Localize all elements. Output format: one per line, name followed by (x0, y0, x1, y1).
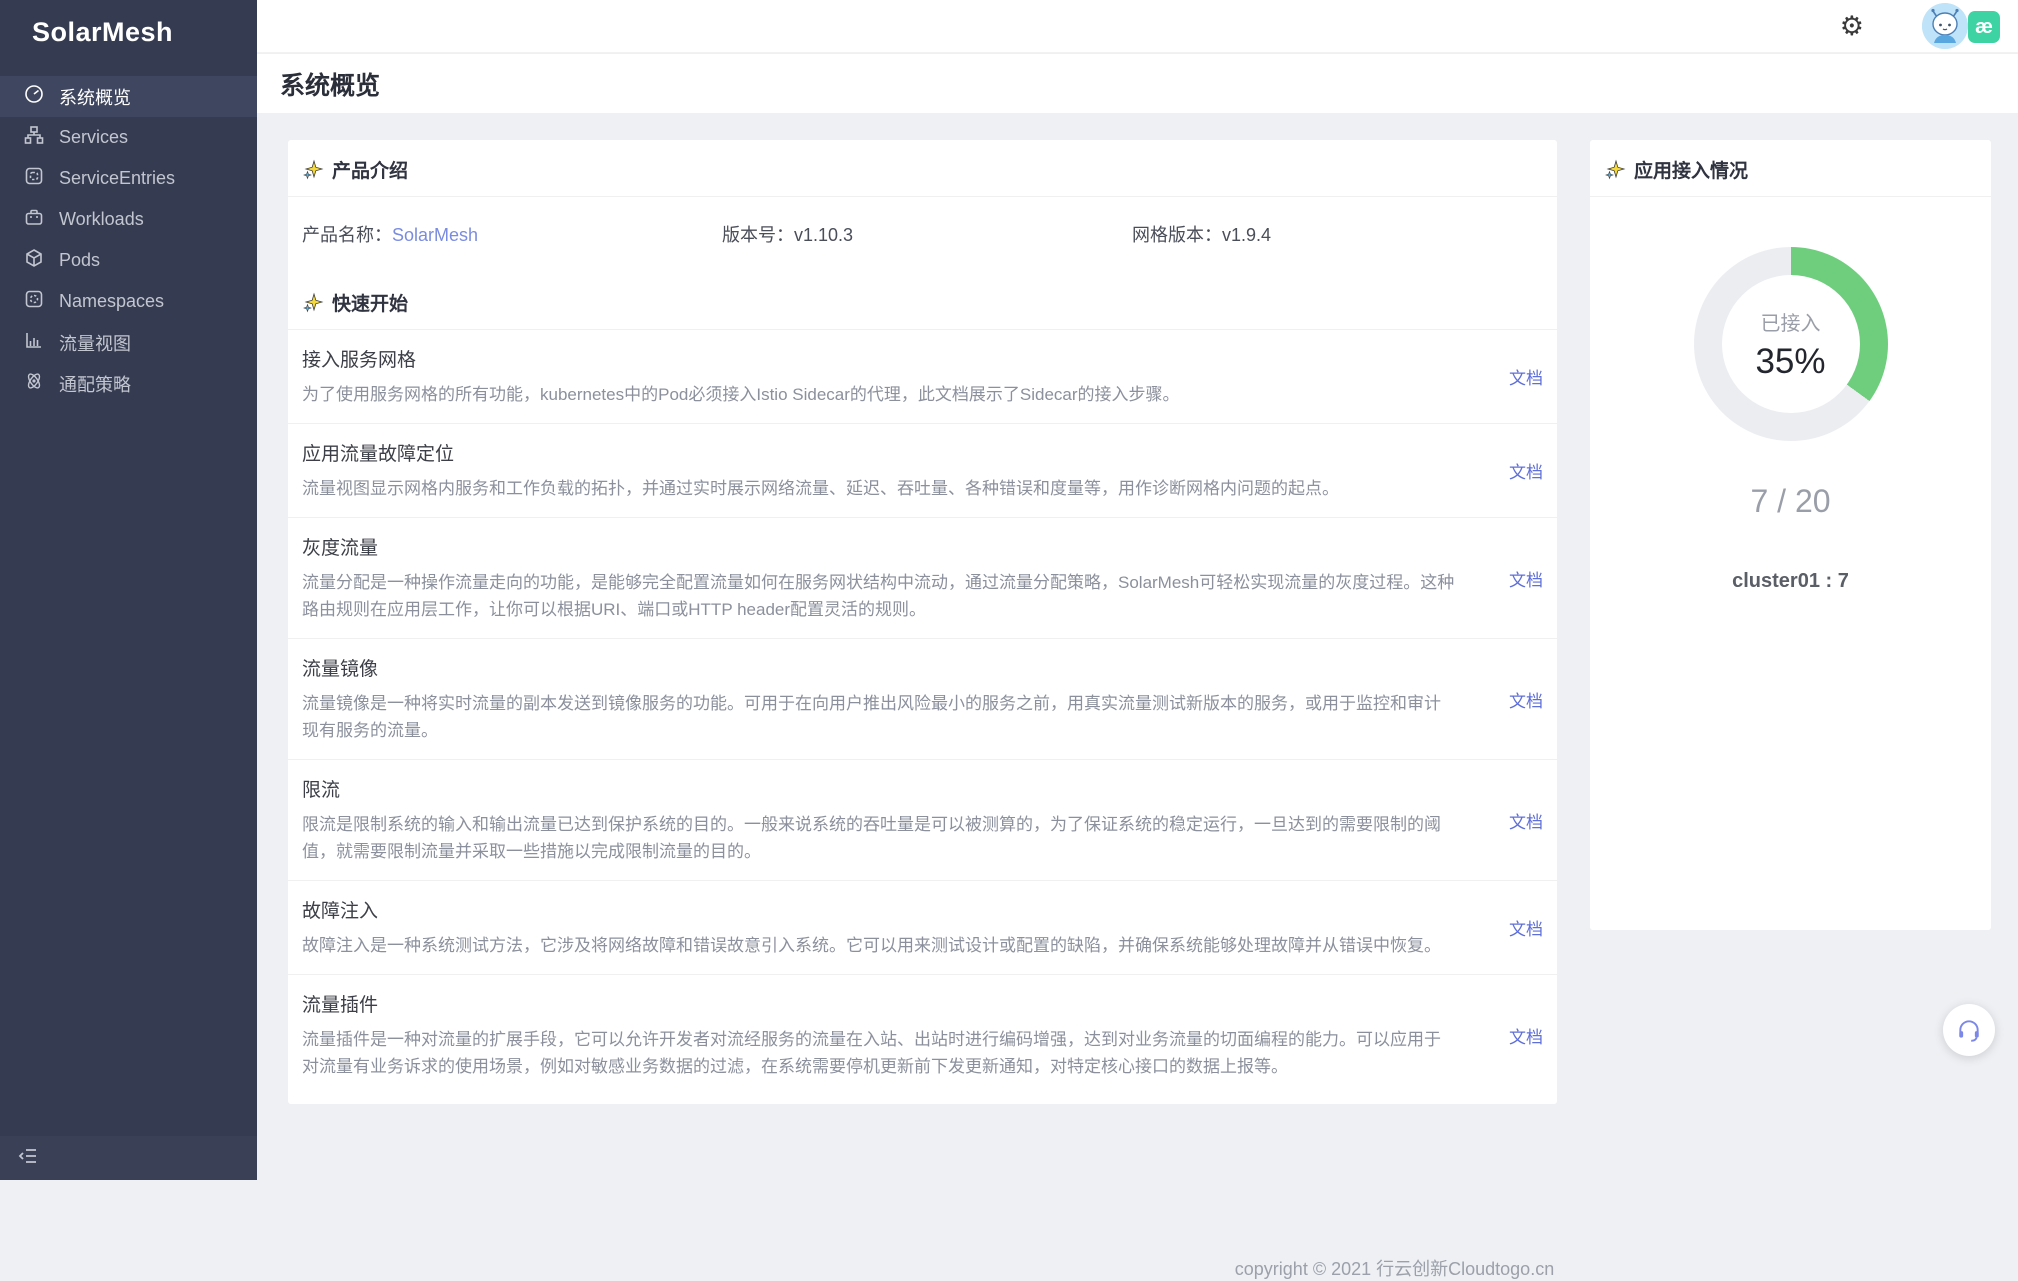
service-entries-icon (24, 166, 44, 191)
section-title: 产品介绍 (332, 156, 408, 183)
field-label: 产品名称： (302, 225, 392, 245)
doc-link[interactable]: 文档 (1497, 915, 1543, 940)
field-value: v1.9.4 (1222, 225, 1271, 245)
quickstart-item-title: 接入服务网格 (302, 345, 1457, 372)
content-area: 产品介绍 产品名称：SolarMesh 版本号：v1.10.3 网格版本：v1.… (257, 113, 2018, 1180)
field-label: 版本号： (722, 225, 794, 245)
menu-fold-icon[interactable] (18, 1146, 38, 1171)
donut-percent: 35% (1755, 342, 1825, 382)
footer-copyright: copyright © 2021 行云创新Cloudtogo.cn (514, 1255, 2018, 1281)
quickstart-item-desc: 流量镜像是一种将实时流量的副本发送到镜像服务的功能。可用于在向用户推出风险最小的… (302, 690, 1457, 744)
title-bar: 系统概览 (257, 54, 2018, 113)
doc-link[interactable]: 文档 (1497, 566, 1543, 591)
doc-link[interactable]: 文档 (1497, 687, 1543, 712)
page-title: 系统概览 (280, 66, 380, 102)
product-name-link[interactable]: SolarMesh (392, 225, 478, 245)
doc-link[interactable]: 文档 (1497, 808, 1543, 833)
quickstart-item: 流量镜像 流量镜像是一种将实时流量的副本发送到镜像服务的功能。可用于在向用户推出… (288, 639, 1557, 760)
product-version-field: 版本号：v1.10.3 (722, 221, 1132, 247)
quickstart-item-title: 灰度流量 (302, 533, 1457, 560)
settings-gear-icon[interactable]: ⚙ (1840, 13, 1864, 40)
support-fab[interactable] (1943, 1004, 1995, 1056)
quickstart-item: 灰度流量 流量分配是一种操作流量走向的功能，是能够完全配置流量如何在服务网状结构… (288, 518, 1557, 639)
sidebar-item-services[interactable]: Services (0, 117, 257, 158)
sidebar-item-label: 系统概览 (59, 84, 131, 110)
quickstart-item-desc: 限流是限制系统的输入和输出流量已达到保护系统的目的。一般来说系统的吞吐量是可以被… (302, 811, 1457, 865)
quickstart-header: 快速开始 (288, 267, 1557, 330)
sidebar-item-traffic-view[interactable]: 流量视图 (0, 322, 257, 363)
sidebar-item-namespaces[interactable]: Namespaces (0, 281, 257, 322)
sidebar-item-label: 流量视图 (59, 330, 131, 356)
product-intro-header: 产品介绍 (288, 140, 1557, 197)
quickstart-item-title: 流量镜像 (302, 654, 1457, 681)
quickstart-item-title: 流量插件 (302, 990, 1457, 1017)
quickstart-item-title: 限流 (302, 775, 1457, 802)
sidebar-item-workloads[interactable]: Workloads (0, 199, 257, 240)
app-access-card: 应用接入情况 已接入 35% 7 / 20 cluster01 : 7 (1590, 140, 1991, 930)
policy-icon (24, 371, 44, 396)
mesh-version-field: 网格版本：v1.9.4 (1132, 221, 1543, 247)
namespaces-icon (24, 289, 44, 314)
cluster-count: cluster01 : 7 (1732, 570, 1849, 593)
app-logo: SolarMesh (0, 0, 257, 64)
doc-link[interactable]: 文档 (1497, 1023, 1543, 1048)
sidebar-menu: 系统概览 Services ServiceEntries Workloads P… (0, 76, 257, 404)
sidebar-item-label: ServiceEntries (59, 168, 175, 189)
quickstart-item: 故障注入 故障注入是一种系统测试方法，它涉及将网络故障和错误故意引入系统。它可以… (288, 881, 1557, 975)
product-name-field: 产品名称：SolarMesh (302, 221, 722, 247)
field-label: 网格版本： (1132, 225, 1222, 245)
sidebar-item-policy[interactable]: 通配策略 (0, 363, 257, 404)
access-donut-chart: 已接入 35% (1694, 247, 1888, 441)
sidebar-item-serviceentries[interactable]: ServiceEntries (0, 158, 257, 199)
avatar-badge[interactable]: æ (1968, 11, 2000, 43)
access-chart-area: 已接入 35% 7 / 20 cluster01 : 7 (1590, 197, 1991, 593)
quickstart-item: 流量插件 流量插件是一种对流量的扩展手段，它可以允许开发者对流经服务的流量在入站… (288, 975, 1557, 1104)
doc-link[interactable]: 文档 (1497, 458, 1543, 483)
sidebar-item-label: 通配策略 (59, 371, 131, 397)
user-avatar-group[interactable]: æ (1922, 3, 2000, 49)
sparkles-icon (302, 292, 324, 314)
topbar: ⚙ æ (257, 0, 2018, 53)
sidebar-footer (0, 1136, 257, 1180)
app-access-header: 应用接入情况 (1590, 140, 1991, 197)
sidebar-item-label: Services (59, 127, 128, 148)
access-ratio: 7 / 20 (1750, 483, 1830, 520)
sidebar-item-label: Pods (59, 250, 100, 271)
quickstart-item-desc: 故障注入是一种系统测试方法，它涉及将网络故障和错误故意引入系统。它可以用来测试设… (302, 932, 1457, 959)
quickstart-item: 限流 限流是限制系统的输入和输出流量已达到保护系统的目的。一般来说系统的吞吐量是… (288, 760, 1557, 881)
pods-icon (24, 248, 44, 273)
quickstart-item-desc: 流量视图显示网格内服务和工作负载的拓扑，并通过实时展示网络流量、延迟、吞吐量、各… (302, 475, 1457, 502)
donut-center-label: 已接入 (1761, 307, 1821, 336)
section-title: 快速开始 (332, 289, 408, 316)
sidebar-item-label: Namespaces (59, 291, 164, 312)
sidebar-item-label: Workloads (59, 209, 144, 230)
quickstart-item: 应用流量故障定位 流量视图显示网格内服务和工作负载的拓扑，并通过实时展示网络流量… (288, 424, 1557, 518)
quickstart-item: 接入服务网格 为了使用服务网格的所有功能，kubernetes中的Pod必须接入… (288, 330, 1557, 424)
product-info-row: 产品名称：SolarMesh 版本号：v1.10.3 网格版本：v1.9.4 (288, 197, 1557, 267)
doc-link[interactable]: 文档 (1497, 364, 1543, 389)
workloads-icon (24, 207, 44, 232)
sparkles-icon (302, 159, 324, 181)
traffic-view-icon (24, 330, 44, 355)
avatar[interactable] (1922, 3, 1968, 49)
quickstart-item-desc: 流量分配是一种操作流量走向的功能，是能够完全配置流量如何在服务网状结构中流动，通… (302, 569, 1457, 623)
field-value: v1.10.3 (794, 225, 853, 245)
section-title: 应用接入情况 (1634, 156, 1748, 183)
sidebar-item-pods[interactable]: Pods (0, 240, 257, 281)
sidebar-item-overview[interactable]: 系统概览 (0, 76, 257, 117)
sparkles-icon (1604, 159, 1626, 181)
quickstart-item-title: 故障注入 (302, 896, 1457, 923)
quickstart-item-title: 应用流量故障定位 (302, 439, 1457, 466)
dashboard-icon (24, 84, 44, 109)
overview-card: 产品介绍 产品名称：SolarMesh 版本号：v1.10.3 网格版本：v1.… (288, 140, 1557, 1104)
quickstart-item-desc: 流量插件是一种对流量的扩展手段，它可以允许开发者对流经服务的流量在入站、出站时进… (302, 1026, 1457, 1080)
services-icon (24, 125, 44, 150)
quickstart-item-desc: 为了使用服务网格的所有功能，kubernetes中的Pod必须接入Istio S… (302, 381, 1457, 408)
sidebar: SolarMesh 系统概览 Services ServiceEntries W… (0, 0, 257, 1180)
headset-icon (1956, 1017, 1982, 1043)
